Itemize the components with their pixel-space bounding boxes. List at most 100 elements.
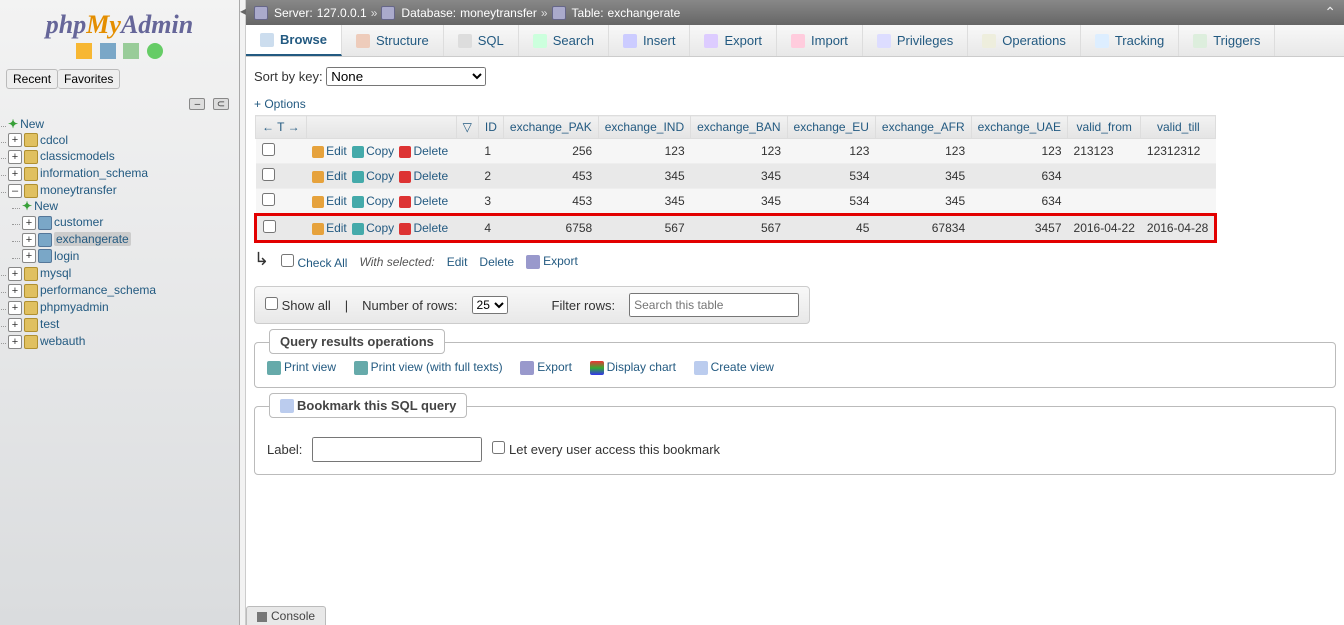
options-link[interactable]: + Options [254, 97, 306, 111]
tree-table-customer[interactable]: customer [54, 215, 103, 229]
bookmark-input[interactable] [312, 437, 482, 462]
row-edit[interactable]: Edit [312, 194, 347, 208]
print-view-full[interactable]: Print view (with full texts) [354, 360, 503, 374]
tab-search[interactable]: Search [519, 25, 609, 56]
tab-operations[interactable]: Operations [968, 25, 1081, 56]
row-copy[interactable]: Copy [352, 169, 394, 183]
sort-key-select[interactable]: None [326, 67, 486, 86]
console-button[interactable]: Console [246, 606, 326, 625]
tab-structure[interactable]: Structure [342, 25, 444, 56]
tab-insert[interactable]: Insert [609, 25, 691, 56]
expand-icon[interactable]: – [8, 184, 22, 198]
col-valid_till[interactable]: valid_till [1141, 116, 1216, 139]
expand-icon[interactable]: + [22, 216, 36, 230]
breadcrumb-database[interactable]: moneytransfer [460, 6, 537, 20]
qro-export[interactable]: Export [520, 360, 572, 374]
row-checkbox[interactable] [262, 168, 275, 181]
filter-input[interactable] [629, 293, 799, 317]
expand-icon[interactable]: + [8, 167, 22, 181]
row-edit[interactable]: Edit [312, 169, 347, 183]
tree-table-exchangerate[interactable]: exchangerate [56, 232, 129, 246]
show-all[interactable]: Show all [265, 297, 331, 313]
docs-icon[interactable] [123, 43, 139, 59]
tree-db-mysql[interactable]: mysql [40, 266, 71, 280]
row-checkbox[interactable] [262, 193, 275, 206]
tree-db-performance_schema[interactable]: performance_schema [40, 283, 156, 297]
bookmark-share[interactable]: Let every user access this bookmark [492, 441, 720, 457]
ws-export[interactable]: Export [526, 254, 578, 269]
col-exchange_BAN[interactable]: exchange_BAN [691, 116, 787, 139]
check-all-checkbox[interactable] [281, 254, 294, 267]
row-edit[interactable]: Edit [312, 221, 347, 235]
tree-db-test[interactable]: test [40, 317, 59, 331]
tab-export[interactable]: Export [690, 25, 777, 56]
row-delete[interactable]: Delete [399, 169, 448, 183]
expand-icon[interactable]: + [22, 233, 36, 247]
check-all[interactable]: Check All [281, 254, 347, 270]
expand-icon[interactable]: + [8, 301, 22, 315]
tab-privileges[interactable]: Privileges [863, 25, 968, 56]
tree-new[interactable]: New [20, 117, 44, 131]
recent-favorites: RecentFavorites [6, 69, 233, 89]
expand-icon[interactable]: + [8, 150, 22, 164]
expand-icon[interactable]: + [22, 249, 36, 263]
expand-icon[interactable]: + [8, 335, 22, 349]
tree-db-information_schema[interactable]: information_schema [40, 166, 148, 180]
row-copy[interactable]: Copy [352, 221, 394, 235]
col-exchange_PAK[interactable]: exchange_PAK [503, 116, 598, 139]
col-exchange_UAE[interactable]: exchange_UAE [971, 116, 1067, 139]
link-icon[interactable]: ⊂ [213, 98, 229, 110]
col-exchange_EU[interactable]: exchange_EU [787, 116, 875, 139]
reload-icon[interactable] [147, 43, 163, 59]
ws-delete[interactable]: Delete [479, 255, 514, 269]
tree-db-classicmodels[interactable]: classicmodels [40, 149, 115, 163]
col-valid_from[interactable]: valid_from [1068, 116, 1141, 139]
expand-icon[interactable]: + [8, 267, 22, 281]
create-view[interactable]: Create view [694, 360, 774, 374]
check-all-link[interactable]: Check All [297, 256, 347, 270]
favorites-button[interactable]: Favorites [58, 69, 120, 89]
col-ID[interactable]: ID [478, 116, 503, 139]
rows-select[interactable]: 25 [472, 296, 508, 314]
home-icon[interactable] [76, 43, 92, 59]
row-edit[interactable]: Edit [312, 144, 347, 158]
database-icon [24, 167, 38, 181]
cell-ind: 345 [598, 189, 690, 215]
tab-triggers[interactable]: Triggers [1179, 25, 1275, 56]
recent-button[interactable]: Recent [6, 69, 58, 89]
tree-db-phpmyadmin[interactable]: phpmyadmin [40, 300, 109, 314]
row-delete[interactable]: Delete [399, 194, 448, 208]
show-all-checkbox[interactable] [265, 297, 278, 310]
tree-db-cdcol[interactable]: cdcol [40, 133, 68, 147]
tab-sql[interactable]: SQL [444, 25, 519, 56]
print-view[interactable]: Print view [267, 360, 336, 374]
breadcrumb-collapse-icon[interactable]: ⌃ [1324, 4, 1336, 21]
collapse-all-icon[interactable]: – [189, 98, 205, 110]
row-copy[interactable]: Copy [352, 144, 394, 158]
breadcrumb-table[interactable]: exchangerate [608, 6, 681, 20]
row-delete[interactable]: Delete [399, 144, 448, 158]
expand-icon[interactable]: + [8, 318, 22, 332]
col-exchange_IND[interactable]: exchange_IND [598, 116, 690, 139]
expand-icon[interactable]: + [8, 133, 22, 147]
cell-ind: 123 [598, 139, 690, 164]
tree-db-webauth[interactable]: webauth [40, 334, 85, 348]
expand-icon[interactable]: + [8, 284, 22, 298]
ws-edit[interactable]: Edit [447, 255, 468, 269]
row-delete[interactable]: Delete [399, 221, 448, 235]
row-copy[interactable]: Copy [352, 194, 394, 208]
col-exchange_AFR[interactable]: exchange_AFR [875, 116, 971, 139]
breadcrumb-server[interactable]: 127.0.0.1 [317, 6, 367, 20]
logout-icon[interactable] [100, 43, 116, 59]
tab-import[interactable]: Import [777, 25, 863, 56]
row-checkbox[interactable] [262, 143, 275, 156]
tab-tracking[interactable]: Tracking [1081, 25, 1179, 56]
tab-browse[interactable]: Browse [246, 25, 342, 56]
tree-table-login[interactable]: login [54, 249, 79, 263]
row-checkbox[interactable] [263, 220, 276, 233]
tree-new-table[interactable]: New [34, 199, 58, 213]
bookmark-share-checkbox[interactable] [492, 441, 505, 454]
tree-db-moneytransfer[interactable]: moneytransfer [40, 183, 117, 197]
display-chart[interactable]: Display chart [590, 360, 676, 374]
database-icon [24, 133, 38, 147]
